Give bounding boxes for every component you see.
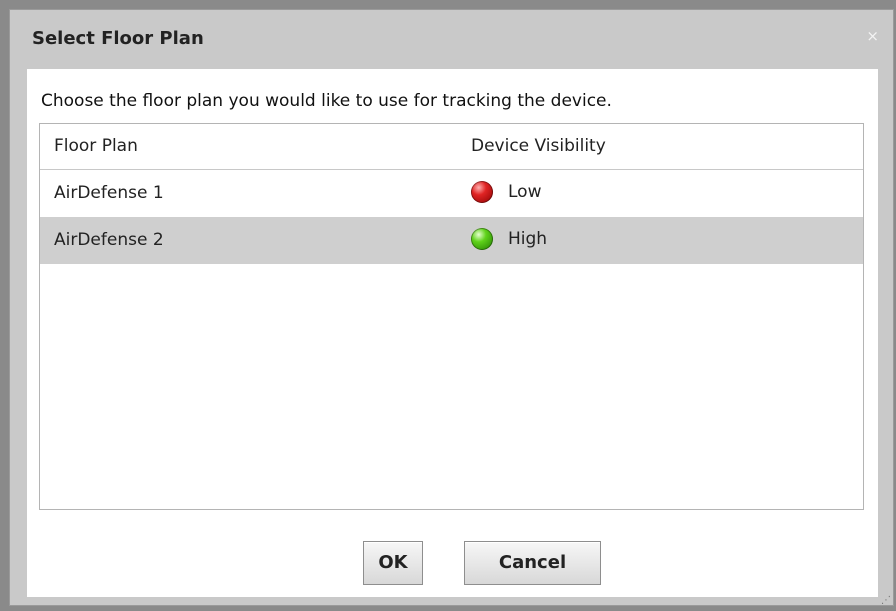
visibility-label: Low: [508, 182, 542, 202]
column-header-device-visibility[interactable]: Device Visibility: [471, 136, 606, 156]
red-indicator-icon: [471, 181, 493, 203]
close-icon[interactable]: ×: [866, 27, 879, 45]
dialog-title: Select Floor Plan: [32, 28, 204, 49]
ok-button[interactable]: OK: [363, 541, 423, 585]
green-indicator-icon: [471, 228, 493, 250]
instruction-text: Choose the floor plan you would like to …: [41, 91, 612, 111]
table-row[interactable]: AirDefense 2 High: [40, 217, 863, 264]
floor-plan-table: Floor Plan Device Visibility AirDefense …: [39, 123, 864, 510]
table-row[interactable]: AirDefense 1 Low: [40, 170, 863, 217]
resize-grip-icon[interactable]: ⋰: [881, 596, 891, 606]
select-floor-plan-dialog: Select Floor Plan × Choose the floor pla…: [9, 9, 894, 606]
table-header: Floor Plan Device Visibility: [40, 124, 863, 170]
dialog-titlebar[interactable]: Select Floor Plan ×: [10, 10, 893, 68]
dialog-body: Choose the floor plan you would like to …: [27, 69, 878, 597]
column-header-floor-plan[interactable]: Floor Plan: [54, 136, 138, 156]
visibility-cell: Low: [471, 181, 541, 203]
floor-plan-name: AirDefense 2: [54, 230, 164, 250]
visibility-cell: High: [471, 228, 547, 250]
floor-plan-name: AirDefense 1: [54, 183, 164, 203]
visibility-label: High: [508, 229, 548, 249]
cancel-button[interactable]: Cancel: [464, 541, 601, 585]
